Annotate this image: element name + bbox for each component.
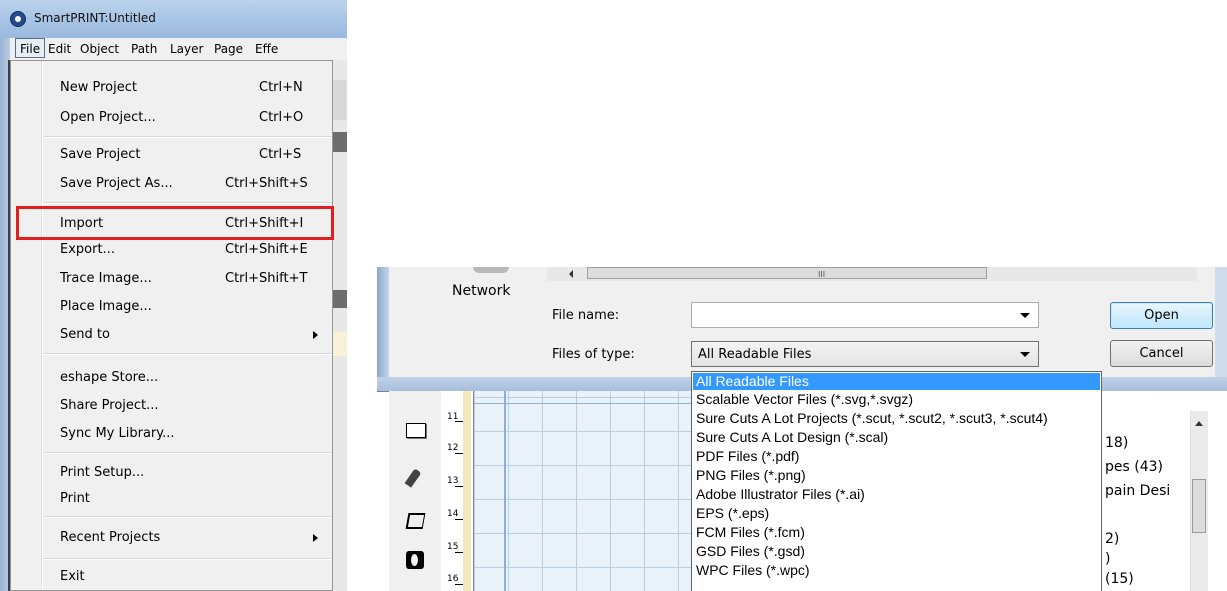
ruler-label: 15 <box>447 542 459 552</box>
menu-item-share-project[interactable]: Share Project... <box>11 393 332 419</box>
dialog-body: III Network File name: Files of type: Al… <box>389 267 1215 377</box>
open-button[interactable]: Open <box>1110 302 1213 329</box>
menu-item-exit[interactable]: Exit <box>11 564 332 590</box>
background-app-strip <box>333 60 347 591</box>
menu-separator <box>43 136 332 138</box>
file-name-input[interactable] <box>691 302 1039 328</box>
open-file-dialog: III Network File name: Files of type: Al… <box>377 267 1227 591</box>
submenu-arrow-icon <box>313 331 318 339</box>
ruler-label: 12 <box>447 443 459 453</box>
menu-edit[interactable]: Edit <box>48 42 71 56</box>
horizontal-scrollbar[interactable]: III <box>547 267 1197 281</box>
node-edit-tool-icon[interactable] <box>404 509 426 531</box>
ellipse-tool-icon[interactable] <box>404 549 426 571</box>
scroll-thumb[interactable]: III <box>587 267 987 279</box>
file-type-option[interactable]: FCM Files (*.fcm) <box>693 524 1100 541</box>
ruler-label: 16 <box>447 574 459 584</box>
files-of-type-label: Files of type: <box>552 347 635 362</box>
window-title: SmartPRINT:Untitled <box>34 11 156 25</box>
menu-item-save-project[interactable]: Save Project Ctrl+S <box>11 142 332 168</box>
library-item[interactable]: pain Desi <box>1105 483 1170 499</box>
menu-item-trace-image[interactable]: Trace Image... Ctrl+Shift+T <box>11 266 332 292</box>
submenu-arrow-icon <box>313 534 318 542</box>
scroll-left-icon[interactable] <box>569 270 573 278</box>
menu-page[interactable]: Page <box>214 42 243 56</box>
menu-item-eshape-store[interactable]: eshape Store... <box>11 365 332 391</box>
menu-item-export[interactable]: Export... Ctrl+Shift+E <box>11 237 332 263</box>
file-name-label: File name: <box>552 308 620 323</box>
scroll-grip: III <box>818 270 826 279</box>
menu-item-print[interactable]: Print <box>11 486 332 512</box>
menu-separator <box>43 558 332 560</box>
file-type-option[interactable]: WPC Files (*.wpc) <box>693 562 1100 579</box>
menu-separator <box>43 202 332 204</box>
chevron-down-icon[interactable] <box>1020 313 1030 318</box>
scroll-thumb[interactable] <box>1192 479 1206 533</box>
file-type-option[interactable]: All Readable Files <box>693 373 1100 390</box>
menu-effects[interactable]: Effe <box>255 42 278 56</box>
menu-item-sync-my-library[interactable]: Sync My Library... <box>11 421 332 447</box>
library-item[interactable]: 2) <box>1105 531 1119 547</box>
menu-item-new-project[interactable]: New Project Ctrl+N <box>11 75 332 101</box>
files-of-type-select[interactable]: All Readable Files <box>691 341 1039 367</box>
library-scrollbar[interactable] <box>1190 411 1208 591</box>
menu-bar: File Edit Object Path Layer Page Effe <box>10 38 347 61</box>
file-type-dropdown-list: All Readable Files Scalable Vector Files… <box>691 371 1102 591</box>
app-logo-icon <box>10 11 26 27</box>
menu-layer[interactable]: Layer <box>170 42 203 56</box>
menu-item-open-project[interactable]: Open Project... Ctrl+O <box>11 105 332 131</box>
scroll-up-icon[interactable] <box>1195 421 1203 426</box>
menu-item-print-setup[interactable]: Print Setup... <box>11 460 332 486</box>
sidebar-item-network[interactable]: Network <box>452 283 510 299</box>
library-item[interactable]: 18) <box>1105 435 1128 451</box>
vertical-ruler: 11 12 13 14 15 16 <box>441 391 474 591</box>
ruler-label: 14 <box>447 509 459 519</box>
library-item[interactable]: pes (43) <box>1105 459 1163 475</box>
menu-file[interactable]: File <box>15 38 46 58</box>
network-icon <box>473 267 509 273</box>
menu-item-place-image[interactable]: Place Image... <box>11 294 332 320</box>
library-item[interactable]: ) <box>1105 551 1110 567</box>
file-type-option[interactable]: Sure Cuts A Lot Design (*.scal) <box>693 429 1100 446</box>
file-type-option[interactable]: Scalable Vector Files (*.svg,*.svgz) <box>693 391 1100 408</box>
pen-tool-icon[interactable] <box>404 467 426 489</box>
menu-item-save-project-as[interactable]: Save Project As... Ctrl+Shift+S <box>11 171 332 197</box>
chevron-down-icon[interactable] <box>1020 352 1030 357</box>
ruler-label: 13 <box>447 476 459 486</box>
file-menu-dropdown: New Project Ctrl+N Open Project... Ctrl+… <box>10 60 333 591</box>
file-type-option[interactable]: GSD Files (*.gsd) <box>693 543 1100 560</box>
import-highlight-box <box>16 206 334 240</box>
menu-path[interactable]: Path <box>131 42 157 56</box>
smartprint-window: SmartPRINT:Untitled File Edit Object Pat… <box>0 0 347 591</box>
file-type-option[interactable]: PNG Files (*.png) <box>693 467 1100 484</box>
menu-separator <box>43 516 332 518</box>
menu-object[interactable]: Object <box>80 42 119 56</box>
rectangle-tool-icon[interactable] <box>404 418 426 440</box>
cancel-button[interactable]: Cancel <box>1110 340 1213 367</box>
menu-item-recent-projects[interactable]: Recent Projects <box>11 525 332 551</box>
menu-separator <box>43 353 332 355</box>
file-type-option[interactable]: Sure Cuts A Lot Projects (*.scut, *.scut… <box>693 410 1100 427</box>
tool-palette <box>389 391 441 591</box>
menu-item-send-to[interactable]: Send to <box>11 322 332 348</box>
menu-separator <box>43 452 332 454</box>
title-bar: SmartPRINT:Untitled <box>0 0 347 38</box>
file-type-option[interactable]: PDF Files (*.pdf) <box>693 448 1100 465</box>
library-item[interactable]: (15) <box>1105 571 1134 587</box>
file-type-option[interactable]: Adobe Illustrator Files (*.ai) <box>693 486 1100 503</box>
file-type-option[interactable]: EPS (*.eps) <box>693 505 1100 522</box>
